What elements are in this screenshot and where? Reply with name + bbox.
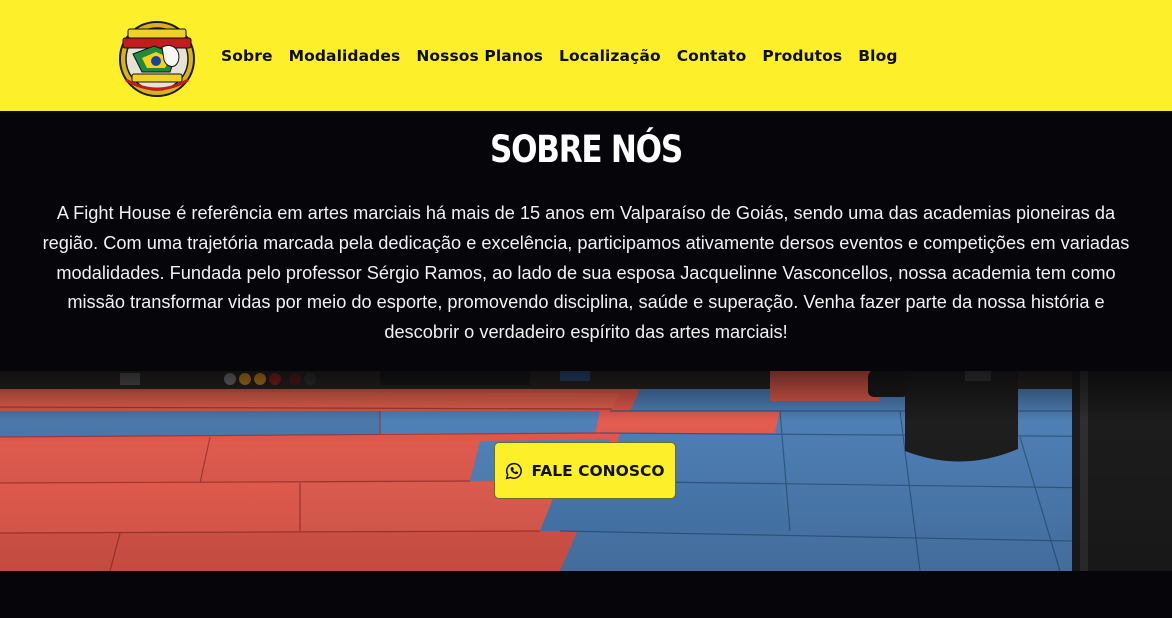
site-header: Sobre Modalidades Nossos Planos Localiza… bbox=[0, 0, 1172, 111]
fight-house-logo[interactable] bbox=[118, 20, 196, 98]
fale-conosco-button[interactable]: FALE CONOSCO bbox=[494, 442, 676, 499]
nav-link-modalidades[interactable]: Modalidades bbox=[289, 47, 401, 65]
nav-link-blog[interactable]: Blog bbox=[858, 47, 897, 65]
fale-conosco-label: FALE CONOSCO bbox=[531, 461, 665, 480]
main-nav: Sobre Modalidades Nossos Planos Localiza… bbox=[221, 44, 914, 68]
nav-link-sobre[interactable]: Sobre bbox=[221, 47, 273, 65]
nav-link-nossos-planos[interactable]: Nossos Planos bbox=[416, 47, 543, 65]
bottom-dark-band bbox=[0, 571, 1172, 618]
about-section: SOBRE NÓS A Fight House é referência em … bbox=[0, 111, 1172, 371]
nav-link-contato[interactable]: Contato bbox=[677, 47, 747, 65]
about-title: SOBRE NÓS bbox=[490, 128, 683, 171]
nav-link-localizacao[interactable]: Localização bbox=[559, 47, 661, 65]
logo-emblem bbox=[119, 21, 195, 97]
about-text: A Fight House é referência em artes marc… bbox=[42, 203, 1130, 343]
whatsapp-icon bbox=[506, 462, 523, 479]
nav-link-produtos[interactable]: Produtos bbox=[762, 47, 842, 65]
